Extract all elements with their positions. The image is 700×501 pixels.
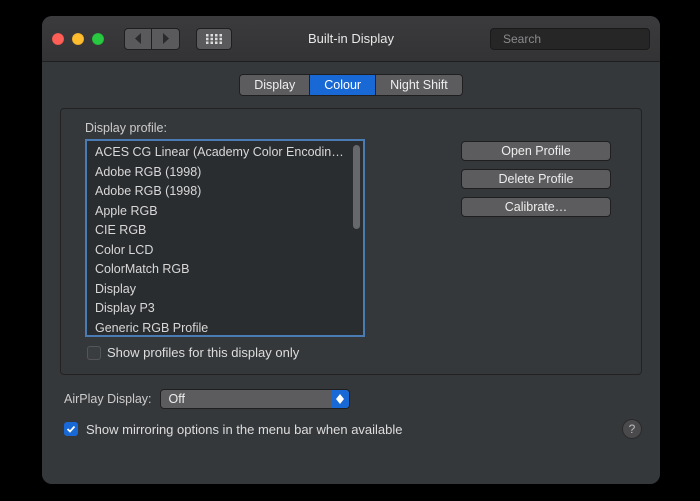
forward-button[interactable] — [152, 28, 180, 50]
show-only-label: Show profiles for this display only — [107, 345, 299, 360]
calibrate-button[interactable]: Calibrate… — [461, 197, 611, 217]
window-body: Display Colour Night Shift Display profi… — [42, 62, 660, 484]
list-item[interactable]: Display P3 — [89, 299, 351, 319]
tab-colour[interactable]: Colour — [310, 75, 376, 95]
check-icon — [66, 424, 76, 434]
scrollbar-thumb[interactable] — [353, 145, 360, 229]
profile-listbox[interactable]: ACES CG Linear (Academy Color Encoding… … — [85, 139, 365, 337]
window-controls — [52, 33, 104, 45]
list-item[interactable]: ACES CG Linear (Academy Color Encoding… — [89, 143, 351, 163]
back-button[interactable] — [124, 28, 152, 50]
minimize-window-button[interactable] — [72, 33, 84, 45]
colour-panel: Display profile: ACES CG Linear (Academy… — [60, 108, 642, 375]
list-item[interactable]: Apple RGB — [89, 202, 351, 222]
search-field[interactable] — [490, 28, 650, 50]
nav-buttons — [124, 28, 180, 50]
profile-list-label: Display profile: — [85, 121, 365, 135]
airplay-popup[interactable]: Off — [160, 389, 350, 409]
preferences-window: Built-in Display Display Colour Night Sh… — [42, 16, 660, 484]
tab-display[interactable]: Display — [240, 75, 310, 95]
mirroring-row[interactable]: Show mirroring options in the menu bar w… — [60, 419, 642, 439]
titlebar: Built-in Display — [42, 16, 660, 62]
list-item[interactable]: Adobe RGB (1998) — [89, 182, 351, 202]
airplay-value: Off — [169, 392, 185, 406]
airplay-row: AirPlay Display: Off — [60, 389, 642, 409]
close-window-button[interactable] — [52, 33, 64, 45]
tab-bar: Display Colour Night Shift — [60, 74, 642, 96]
show-all-button[interactable] — [196, 28, 232, 50]
delete-profile-button[interactable]: Delete Profile — [461, 169, 611, 189]
popup-arrows-icon — [331, 390, 349, 408]
mirroring-checkbox[interactable] — [64, 422, 78, 436]
help-button[interactable]: ? — [622, 419, 642, 439]
show-only-checkbox[interactable] — [87, 346, 101, 360]
tab-night-shift[interactable]: Night Shift — [376, 75, 462, 95]
airplay-label: AirPlay Display: — [64, 392, 152, 406]
list-item[interactable]: CIE RGB — [89, 221, 351, 241]
list-item[interactable]: ColorMatch RGB — [89, 260, 351, 280]
show-only-row[interactable]: Show profiles for this display only — [85, 345, 365, 360]
mirroring-label: Show mirroring options in the menu bar w… — [86, 422, 403, 437]
list-item[interactable]: Display — [89, 280, 351, 300]
list-item[interactable]: Color LCD — [89, 241, 351, 261]
list-item[interactable]: Generic RGB Profile — [89, 319, 351, 334]
maximize-window-button[interactable] — [92, 33, 104, 45]
list-item[interactable]: Adobe RGB (1998) — [89, 163, 351, 183]
scrollbar[interactable] — [352, 143, 361, 333]
open-profile-button[interactable]: Open Profile — [461, 141, 611, 161]
search-input[interactable] — [503, 32, 658, 46]
